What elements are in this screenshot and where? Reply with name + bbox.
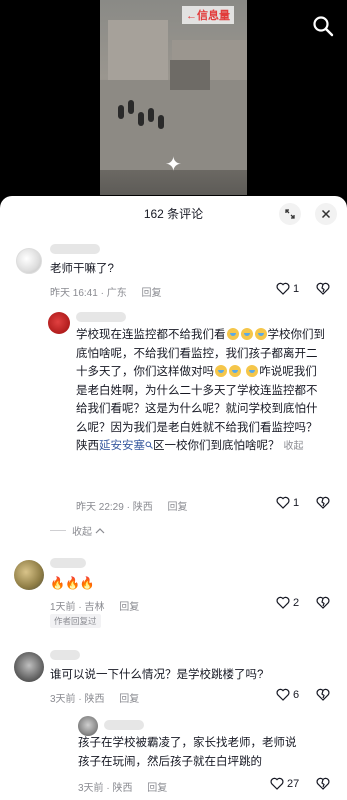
fire-emoji-icon: 🔥🔥🔥 xyxy=(50,576,95,590)
crying-emoji-icon xyxy=(254,328,267,340)
comment-meta: 昨天 16:41 · 广东 回复 xyxy=(50,284,161,299)
comment-meta: 3天前 · 陕西 回复 xyxy=(78,779,167,794)
reply-button[interactable]: 回复 xyxy=(147,783,167,794)
broken-heart-icon xyxy=(316,496,330,509)
comment-text: 孩子在学校被霸凌了，家长找老师，老师说孩子在玩闹，然后孩子就在白坪跳的 xyxy=(78,737,297,768)
username-blurred[interactable] xyxy=(50,558,86,568)
reply-button[interactable]: 回复 xyxy=(167,502,187,513)
avatar[interactable] xyxy=(48,312,70,334)
close-icon xyxy=(321,209,331,219)
crying-emoji-icon xyxy=(226,328,239,340)
comment-time-location: 昨天 16:41 · 广东 xyxy=(50,288,127,299)
avatar[interactable] xyxy=(14,560,44,590)
person-figure xyxy=(158,115,164,129)
heart-icon xyxy=(276,496,290,509)
comment-meta: 昨天 22:29 · 陕西 回复 xyxy=(76,498,187,513)
heart-icon xyxy=(276,596,290,609)
comment-time-location: 昨天 22:29 · 陕西 xyxy=(76,502,153,513)
comment-item: 谁可以说一下什么情况？是学校跳楼了吗? 3天前 · 陕西 回复 6 xyxy=(0,646,347,716)
expand-button[interactable] xyxy=(279,203,301,225)
like-button[interactable]: 1 xyxy=(276,496,299,509)
reply-button[interactable]: 回复 xyxy=(119,602,139,613)
divider xyxy=(50,530,66,531)
like-count: 1 xyxy=(293,282,300,295)
sparkle-icon: ✦ xyxy=(165,154,182,176)
comment-panel: 162 条评论 老师干嘛了? 昨天 16:41 · 广东 回复 1 学校现在连监… xyxy=(0,196,347,800)
fold-button[interactable]: 收起 xyxy=(284,441,304,452)
crying-emoji-icon xyxy=(229,365,241,377)
person-figure xyxy=(148,108,154,122)
dislike-button[interactable] xyxy=(316,282,330,300)
username-blurred[interactable] xyxy=(76,312,126,322)
comment-text-part: 区一校你们到底怕啥呢？ xyxy=(153,440,280,452)
reply-item: 孩子在学校被霸凌了，家长找老师，老师说孩子在玩闹，然后孩子就在白坪跳的 3天前 … xyxy=(0,712,347,800)
like-count: 1 xyxy=(293,496,300,509)
rooftop-structure xyxy=(170,60,210,90)
comment-item: 学校现在连监控都不给我们看 学校你们到底怕啥呢，不给我们看监控，我们孩子都离开二十… xyxy=(0,306,347,541)
username-blurred[interactable] xyxy=(104,720,144,730)
dislike-button[interactable] xyxy=(316,688,330,706)
broken-heart-icon xyxy=(316,777,330,790)
comment-text: 学校现在连监控都不给我们看 学校你们到底怕啥呢，不给我们看监控，我们孩子都离开二十… xyxy=(76,326,326,457)
like-count: 6 xyxy=(293,688,300,701)
crying-emoji-icon xyxy=(240,328,253,340)
comment-text-part: 学校现在连监控都不给我们看 xyxy=(76,329,226,341)
expand-icon xyxy=(285,209,295,219)
crying-emoji-icon xyxy=(215,365,227,377)
comment-time-location: 1天前 · 吉林 xyxy=(50,602,105,613)
search-icon xyxy=(145,441,153,449)
username-blurred[interactable] xyxy=(50,244,100,254)
author-replied-badge: 作者回复过 xyxy=(50,614,101,628)
search-icon xyxy=(313,16,334,37)
avatar[interactable] xyxy=(16,248,42,274)
location-link[interactable]: 延安安塞 xyxy=(99,440,145,452)
comment-text: 谁可以说一下什么情况？是学校跳楼了吗? xyxy=(50,669,264,681)
comment-text: 老师干嘛了? xyxy=(50,263,114,275)
like-count: 2 xyxy=(293,596,300,609)
avatar[interactable] xyxy=(78,716,98,736)
dislike-button[interactable] xyxy=(316,777,330,795)
heart-icon xyxy=(270,777,284,790)
chevron-up-icon xyxy=(95,527,105,533)
comment-text: 🔥🔥🔥 xyxy=(50,574,170,594)
crying-emoji-icon xyxy=(246,365,259,377)
dislike-button[interactable] xyxy=(316,496,330,514)
comment-time-location: 3天前 · 陕西 xyxy=(50,694,105,705)
comment-meta: 1天前 · 吉林 回复 xyxy=(50,598,139,613)
close-button[interactable] xyxy=(315,203,337,225)
broken-heart-icon xyxy=(316,282,330,295)
comment-panel-header: 162 条评论 xyxy=(0,196,347,230)
heart-icon xyxy=(276,688,290,701)
comment-meta: 3天前 · 陕西 回复 xyxy=(50,690,139,705)
like-button[interactable]: 27 xyxy=(270,777,299,790)
comment-item: 🔥🔥🔥 1天前 · 吉林 回复 作者回复过 2 xyxy=(0,554,347,640)
broken-heart-icon xyxy=(316,596,330,609)
person-figure xyxy=(118,105,124,119)
person-figure xyxy=(128,100,134,114)
username-blurred[interactable] xyxy=(50,650,80,660)
like-button[interactable]: 1 xyxy=(276,282,299,295)
dislike-button[interactable] xyxy=(316,596,330,614)
comment-item: 老师干嘛了? 昨天 16:41 · 广东 回复 1 xyxy=(0,240,347,310)
like-button[interactable]: 2 xyxy=(276,596,299,609)
search-button[interactable] xyxy=(311,14,335,38)
like-count: 27 xyxy=(287,777,300,790)
reply-button[interactable]: 回复 xyxy=(119,694,139,705)
comment-time-location: 3天前 · 陕西 xyxy=(78,783,133,794)
person-figure xyxy=(138,112,144,126)
avatar[interactable] xyxy=(14,652,44,682)
like-button[interactable]: 6 xyxy=(276,688,299,701)
video-player[interactable]: ←信息量 ✦ xyxy=(0,0,347,200)
video-overlay-label: ←信息量 xyxy=(182,6,234,24)
broken-heart-icon xyxy=(316,688,330,701)
heart-icon xyxy=(276,282,290,295)
reply-button[interactable]: 回复 xyxy=(141,288,161,299)
collapse-label: 收起 xyxy=(72,527,92,538)
building-wall xyxy=(108,20,168,80)
collapse-replies-button[interactable]: 收起 xyxy=(50,523,105,538)
